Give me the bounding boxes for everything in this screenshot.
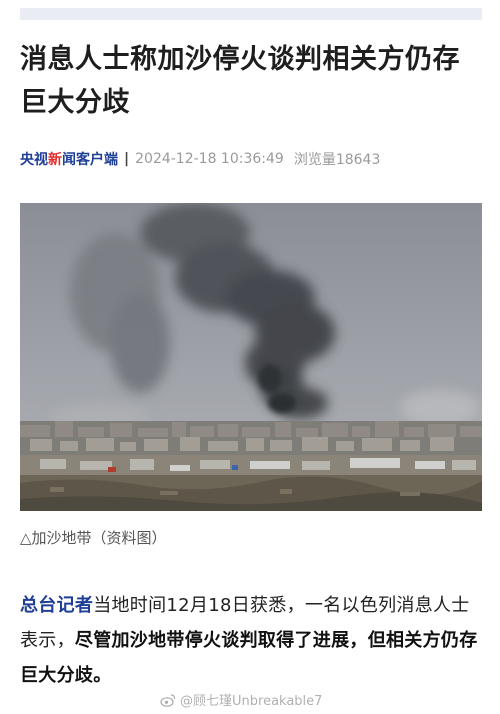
watermark-text: @顾七瑾Unbreakable7 xyxy=(180,694,323,709)
article-body: 总台记者当地时间12月18日获悉，一名以色列消息人士表示，尽管加沙地带停火谈判取… xyxy=(20,588,486,693)
top-bar xyxy=(20,8,482,20)
watermark: @顾七瑾Unbreakable7 xyxy=(160,690,322,709)
body-emphasis: 尽管加沙地带停火谈判取得了进展，但相关方仍存巨大分歧。 xyxy=(20,630,478,686)
reporter-label: 总台记者 xyxy=(20,595,94,616)
source-name[interactable]: 央视新闻客户端 xyxy=(20,149,118,169)
article-meta: 央视新闻客户端 | 2024-12-18 10:36:49 浏览量18643 xyxy=(20,149,380,169)
article-photo[interactable] xyxy=(20,203,482,511)
source-name-accent: 新 xyxy=(48,152,62,168)
source-name-rest: 闻客户端 xyxy=(62,152,118,168)
weibo-logo-icon xyxy=(160,693,176,707)
meta-separator: | xyxy=(124,151,130,167)
gaza-smoke-photo xyxy=(20,203,482,511)
article-title: 消息人士称加沙停火谈判相关方仍存巨大分歧 xyxy=(20,44,460,118)
publish-datetime: 2024-12-18 10:36:49 xyxy=(135,151,284,167)
view-count: 浏览量18643 xyxy=(293,152,381,168)
photo-caption: △加沙地带（资料图） xyxy=(20,529,167,547)
source-name-part: 央视 xyxy=(20,152,48,168)
